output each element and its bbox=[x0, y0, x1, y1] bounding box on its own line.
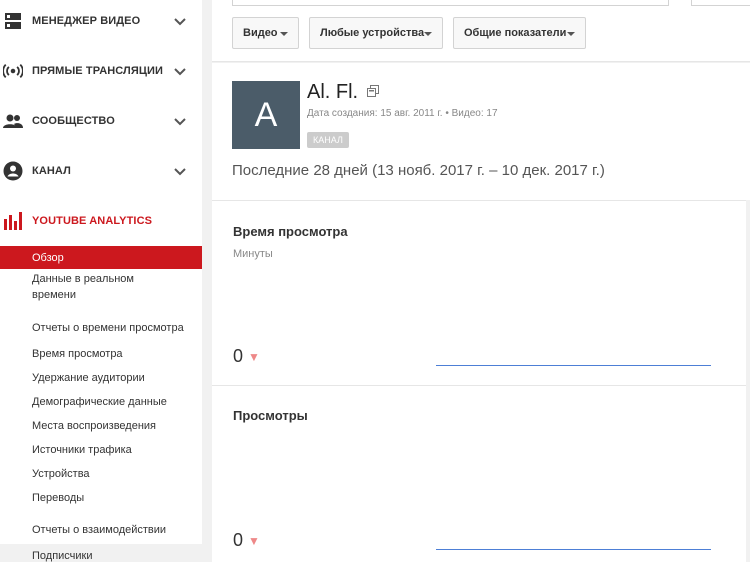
nav-live-streaming[interactable]: Прямые трансляции bbox=[0, 56, 202, 86]
content-type-label: Видео bbox=[243, 27, 278, 39]
avatar[interactable]: A bbox=[232, 81, 300, 149]
nav-youtube-analytics[interactable]: YouTube Analytics bbox=[0, 206, 202, 236]
nav-channel[interactable]: Канал bbox=[0, 156, 202, 186]
filter-bar: Видео Любые устройства Общие показатели bbox=[212, 0, 750, 62]
caret-down-icon bbox=[424, 32, 432, 36]
channel-icon bbox=[3, 161, 23, 181]
analytics-icon bbox=[3, 211, 23, 231]
caret-down-icon bbox=[567, 32, 575, 36]
main-content: Видео Любые устройства Общие показатели … bbox=[212, 0, 750, 562]
sidebar-item-audience-retention[interactable]: Удержание аудитории bbox=[0, 370, 202, 386]
sidebar-item-subscribers[interactable]: Подписчики bbox=[0, 544, 202, 562]
trend-down-icon: ▼ bbox=[248, 350, 260, 364]
nav-community[interactable]: Сообщество bbox=[0, 106, 202, 136]
channel-meta: Дата создания: 15 авг. 2011 г. • Видео: … bbox=[307, 108, 498, 119]
metric-title: Время просмотра bbox=[233, 224, 348, 239]
chevron-down-icon[interactable] bbox=[173, 164, 187, 178]
metric-value: 0 bbox=[233, 530, 244, 550]
chevron-down-icon[interactable] bbox=[173, 64, 187, 78]
metric-title: Просмотры bbox=[233, 408, 308, 423]
search-button[interactable] bbox=[691, 0, 750, 6]
community-icon bbox=[3, 111, 23, 131]
sidebar-item-overview[interactable]: Обзор bbox=[0, 246, 202, 269]
sidebar-item-demographics[interactable]: Демографические данные bbox=[0, 394, 202, 410]
sidebar-item-realtime[interactable]: Данные в реальном времени bbox=[0, 271, 202, 303]
metrics-label: Общие показатели bbox=[464, 27, 567, 39]
metric-card-watch-time[interactable]: Время просмотра Минуты 0 ▼ bbox=[212, 200, 746, 385]
chevron-down-icon[interactable] bbox=[173, 114, 187, 128]
sidebar-item-playback-locations[interactable]: Места воспроизведения bbox=[0, 418, 202, 434]
nav-video-manager[interactable]: Менеджер видео bbox=[0, 6, 202, 36]
metrics-dropdown[interactable]: Общие показатели bbox=[453, 17, 586, 49]
watch-reports-heading: Отчеты о времени просмотра bbox=[32, 322, 184, 334]
content-type-dropdown[interactable]: Видео bbox=[232, 17, 299, 49]
nav-label-video-manager: Менеджер видео bbox=[32, 15, 141, 27]
realtime-label-line1: Данные в реальном bbox=[32, 273, 134, 285]
devices-label: Любые устройства bbox=[320, 27, 425, 39]
sparkline bbox=[436, 365, 711, 366]
video-manager-icon bbox=[3, 11, 23, 31]
sidebar-item-devices[interactable]: Устройства bbox=[0, 466, 202, 482]
channel-badge: КАНАЛ bbox=[307, 132, 349, 148]
channel-name[interactable]: Al. Fl. bbox=[307, 81, 358, 104]
caret-down-icon bbox=[280, 32, 288, 36]
search-input[interactable] bbox=[232, 0, 669, 6]
date-range: Последние 28 дней (13 нояб. 2017 г. – 10… bbox=[232, 162, 605, 179]
metric-value: 0 bbox=[233, 346, 244, 366]
devices-dropdown[interactable]: Любые устройства bbox=[309, 17, 443, 49]
nav-label-youtube-analytics: YouTube Analytics bbox=[32, 215, 153, 227]
sidebar-item-watch-time[interactable]: Время просмотра bbox=[0, 346, 202, 362]
interaction-reports-heading: Отчеты о взаимодействии bbox=[32, 524, 167, 536]
external-link-icon[interactable] bbox=[367, 85, 379, 97]
nav-label-live-streaming: Прямые трансляции bbox=[32, 65, 164, 77]
trend-down-icon: ▼ bbox=[248, 534, 260, 548]
live-stream-icon bbox=[3, 61, 23, 81]
realtime-label-line2: времени bbox=[32, 289, 76, 301]
metric-unit: Минуты bbox=[233, 248, 273, 260]
sidebar: Менеджер видео Прямые трансляции Сообщес… bbox=[0, 0, 202, 562]
metric-card-views[interactable]: Просмотры 0 ▼ bbox=[212, 385, 746, 562]
sidebar-item-translations[interactable]: Переводы bbox=[0, 490, 202, 506]
channel-panel: A Al. Fl. Дата создания: 15 авг. 2011 г.… bbox=[212, 63, 750, 200]
sidebar-item-traffic-sources[interactable]: Источники трафика bbox=[0, 442, 202, 458]
chevron-down-icon[interactable] bbox=[173, 14, 187, 28]
nav-label-channel: Канал bbox=[32, 165, 71, 177]
card-divider bbox=[746, 200, 750, 562]
sparkline bbox=[436, 549, 711, 550]
nav-label-community: Сообщество bbox=[32, 115, 115, 127]
